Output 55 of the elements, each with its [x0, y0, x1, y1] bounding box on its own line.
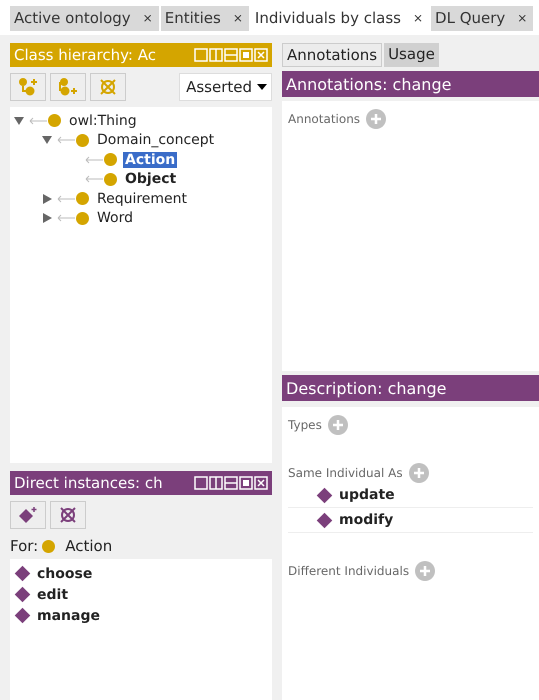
close-icon[interactable]: × [517, 11, 528, 25]
add-individual-icon [17, 505, 39, 525]
delete-button[interactable] [50, 501, 86, 529]
panel-title: Description: change [286, 378, 446, 398]
section-label: Types [288, 418, 322, 432]
section-label: Same Individual As [288, 466, 403, 480]
view-controls-icon[interactable] [194, 476, 268, 490]
individual-item[interactable]: choose [37, 566, 92, 582]
tree-toggle-icon[interactable] [42, 213, 54, 224]
add-icon[interactable] [408, 463, 429, 483]
class-icon [42, 540, 56, 552]
add-individual-button[interactable] [10, 501, 46, 529]
tree-toggle-icon[interactable] [14, 116, 26, 126]
individual-item[interactable]: edit [37, 586, 68, 602]
view-tab[interactable]: Active ontology × [10, 6, 159, 31]
class-icon [104, 172, 117, 186]
tree-item[interactable]: Action [123, 152, 178, 168]
panel-title: Direct instances: ch [14, 474, 163, 492]
for-label: For: [10, 537, 38, 555]
close-icon[interactable]: × [232, 11, 243, 25]
class-icon [48, 114, 61, 128]
class-icon [104, 153, 117, 166]
class-icon [76, 192, 89, 206]
section-label: Annotations [288, 112, 360, 126]
add-icon[interactable] [366, 109, 386, 129]
close-icon[interactable]: × [142, 11, 153, 25]
add-icon[interactable] [415, 561, 436, 581]
class-icon [76, 134, 89, 147]
tree-toggle-icon[interactable] [42, 194, 54, 204]
individual-item[interactable]: modify [339, 512, 394, 528]
tree-item[interactable]: Requirement [95, 190, 190, 207]
close-icon[interactable]: × [412, 11, 424, 25]
tree-item[interactable]: owl:Thing [67, 112, 139, 129]
panel-tab[interactable]: Usage [384, 43, 439, 67]
tree-item[interactable]: Domain_concept [95, 132, 216, 148]
view-dropdown[interactable]: Asserted [179, 73, 272, 101]
add-subclass-button[interactable] [10, 73, 46, 101]
panel-tab[interactable]: Annotations [282, 43, 382, 67]
add-icon[interactable] [328, 415, 348, 435]
view-tab[interactable]: DL Query × [431, 6, 534, 31]
individual-item[interactable]: manage [37, 608, 100, 624]
panel-title: Annotations: change [286, 74, 452, 94]
add-sibling-button[interactable] [50, 73, 86, 101]
tree-toggle-icon[interactable] [42, 135, 54, 146]
tree-item[interactable]: Object [123, 171, 178, 188]
caret-icon [257, 84, 267, 90]
panel-title: Class hierarchy: Ac [14, 46, 156, 64]
section-label: Different Individuals [288, 564, 410, 578]
add-subclass-icon [17, 77, 39, 97]
tree-item[interactable]: Word [95, 210, 135, 226]
view-tab[interactable]: Entities × [160, 6, 249, 31]
class-name: Action [65, 537, 112, 555]
individual-item[interactable]: update [339, 487, 395, 503]
add-sibling-icon [57, 77, 79, 97]
class-icon [76, 212, 89, 225]
